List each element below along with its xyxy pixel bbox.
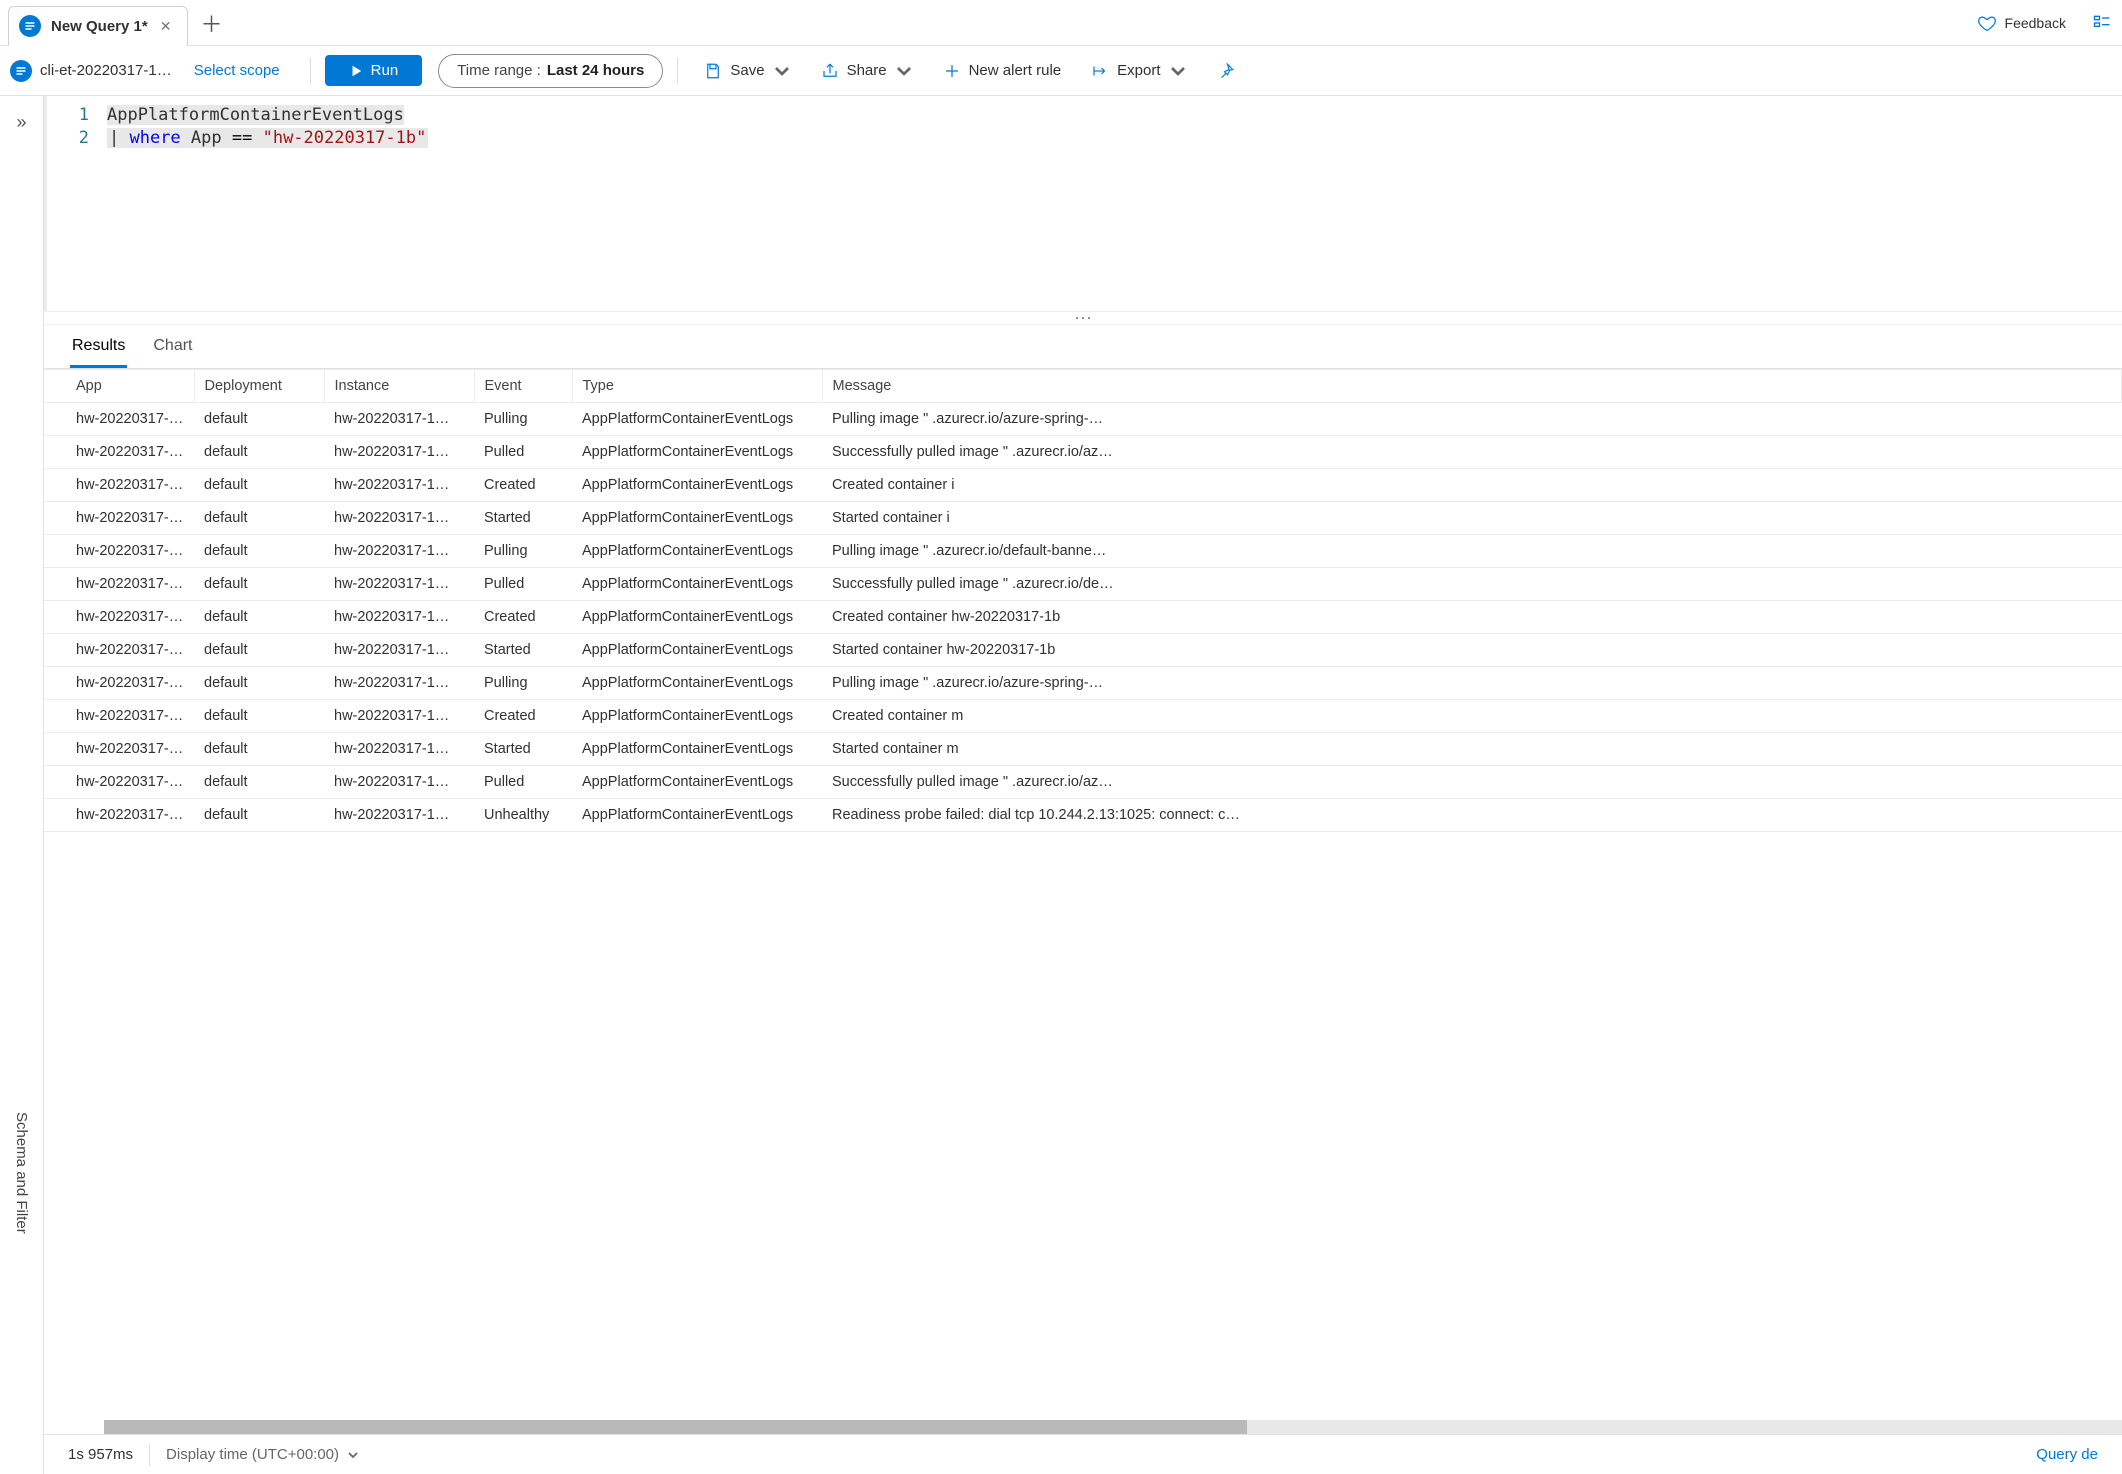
tab-title: New Query 1* bbox=[51, 18, 148, 35]
table-row[interactable]: hw-20220317-1bdefaulthw-20220317-1…Unhea… bbox=[44, 799, 2122, 832]
table-row[interactable]: hw-20220317-1bdefaulthw-20220317-1…Creat… bbox=[44, 601, 2122, 634]
heart-icon bbox=[1977, 13, 1997, 33]
results-grid: AppDeploymentInstanceEventTypeMessage hw… bbox=[44, 369, 2122, 832]
query-duration: 1s 957ms bbox=[68, 1446, 133, 1463]
status-bar: 1s 957ms Display time (UTC+00:00) Query … bbox=[44, 1434, 2122, 1474]
table-row[interactable]: hw-20220317-1bdefaulthw-20220317-1…Creat… bbox=[44, 469, 2122, 502]
time-range-value: Last 24 hours bbox=[547, 62, 645, 79]
select-scope-link[interactable]: Select scope bbox=[178, 62, 296, 79]
chevron-down-icon bbox=[1169, 62, 1187, 80]
play-icon bbox=[349, 64, 363, 78]
run-button[interactable]: Run bbox=[325, 55, 423, 86]
run-label: Run bbox=[371, 62, 399, 79]
pin-button[interactable] bbox=[1205, 62, 1235, 80]
save-button[interactable]: Save bbox=[692, 62, 802, 80]
query-editor[interactable]: 1AppPlatformContainerEventLogs2| where A… bbox=[44, 96, 2122, 311]
query-details-link[interactable]: Query de bbox=[2036, 1446, 2098, 1463]
column-header[interactable]: Type bbox=[572, 370, 822, 403]
result-tabs: Results Chart bbox=[44, 325, 2122, 369]
chevron-down-icon bbox=[347, 1449, 359, 1461]
table-row[interactable]: hw-20220317-1bdefaulthw-20220317-1…Start… bbox=[44, 502, 2122, 535]
table-row[interactable]: hw-20220317-1bdefaulthw-20220317-1…Pulle… bbox=[44, 766, 2122, 799]
share-icon bbox=[821, 62, 839, 80]
horizontal-scrollbar[interactable] bbox=[44, 1420, 2122, 1434]
table-row[interactable]: hw-20220317-1bdefaulthw-20220317-1…Pulli… bbox=[44, 667, 2122, 700]
logs-icon bbox=[10, 60, 32, 82]
results-grid-wrap[interactable]: AppDeploymentInstanceEventTypeMessage hw… bbox=[44, 369, 2122, 1420]
table-row[interactable]: hw-20220317-1bdefaulthw-20220317-1…Pulle… bbox=[44, 568, 2122, 601]
tab-bar: New Query 1* ✕ ＋ Feedback bbox=[0, 0, 2122, 46]
feedback-button[interactable]: Feedback bbox=[1961, 13, 2082, 33]
left-rail: » Schema and Filter bbox=[0, 96, 44, 1474]
share-button[interactable]: Share bbox=[809, 62, 925, 80]
feedback-label: Feedback bbox=[2005, 15, 2066, 31]
time-range-label: Time range : bbox=[457, 62, 541, 79]
scope-name: cli-et-20220317-1… bbox=[40, 62, 172, 79]
table-row[interactable]: hw-20220317-1bdefaulthw-20220317-1…Pulli… bbox=[44, 403, 2122, 436]
splitter-handle[interactable]: ⋯ bbox=[44, 311, 2122, 325]
column-header[interactable]: Deployment bbox=[194, 370, 324, 403]
table-row[interactable]: hw-20220317-1bdefaulthw-20220317-1…Start… bbox=[44, 733, 2122, 766]
chevron-down-icon bbox=[773, 62, 791, 80]
expand-sidebar-button[interactable]: » bbox=[16, 112, 26, 133]
tab-chart[interactable]: Chart bbox=[151, 331, 194, 368]
logs-icon bbox=[19, 15, 41, 37]
new-tab-button[interactable]: ＋ bbox=[200, 7, 222, 39]
schema-filter-tab[interactable]: Schema and Filter bbox=[13, 1112, 30, 1234]
scope-selector[interactable]: cli-et-20220317-1… bbox=[10, 60, 172, 82]
plus-icon bbox=[943, 62, 961, 80]
table-row[interactable]: hw-20220317-1bdefaulthw-20220317-1…Creat… bbox=[44, 700, 2122, 733]
column-header[interactable]: App bbox=[44, 370, 194, 403]
table-row[interactable]: hw-20220317-1bdefaulthw-20220317-1…Pulli… bbox=[44, 535, 2122, 568]
new-alert-button[interactable]: New alert rule bbox=[931, 62, 1074, 80]
column-header[interactable]: Event bbox=[474, 370, 572, 403]
column-header[interactable]: Message bbox=[822, 370, 2122, 403]
close-icon[interactable]: ✕ bbox=[158, 18, 174, 35]
export-button[interactable]: Export bbox=[1079, 62, 1198, 80]
time-range-picker[interactable]: Time range : Last 24 hours bbox=[438, 54, 663, 88]
save-icon bbox=[704, 62, 722, 80]
pin-icon bbox=[1217, 62, 1235, 80]
grid-header-row: AppDeploymentInstanceEventTypeMessage bbox=[44, 370, 2122, 403]
tab-results[interactable]: Results bbox=[70, 331, 127, 368]
chevron-down-icon bbox=[895, 62, 913, 80]
table-row[interactable]: hw-20220317-1bdefaulthw-20220317-1…Pulle… bbox=[44, 436, 2122, 469]
export-icon bbox=[1091, 62, 1109, 80]
toolbar: cli-et-20220317-1… Select scope Run Time… bbox=[0, 46, 2122, 96]
query-tab[interactable]: New Query 1* ✕ bbox=[8, 6, 188, 46]
table-row[interactable]: hw-20220317-1bdefaulthw-20220317-1…Start… bbox=[44, 634, 2122, 667]
display-time-picker[interactable]: Display time (UTC+00:00) bbox=[166, 1446, 359, 1463]
queries-hub-icon[interactable] bbox=[2082, 13, 2122, 33]
column-header[interactable]: Instance bbox=[324, 370, 474, 403]
